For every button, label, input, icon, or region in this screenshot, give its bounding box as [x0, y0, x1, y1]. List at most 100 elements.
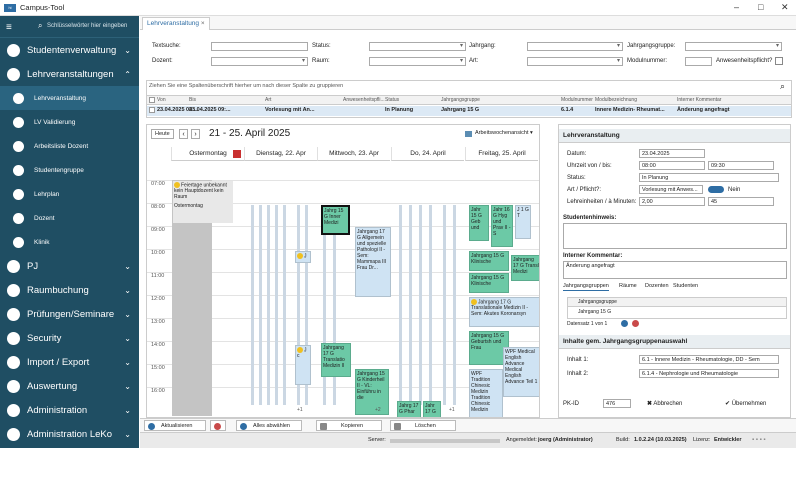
sidebar-item-2[interactable]: Lehrveranstaltung	[0, 86, 139, 110]
row-checkbox[interactable]	[149, 107, 155, 113]
close-window-button[interactable]: ✕	[781, 2, 789, 13]
hamburger-icon[interactable]: ≡	[6, 22, 12, 33]
sidebar-item-6[interactable]: Lehrplan	[0, 182, 139, 206]
calendar-event[interactable]: Jahr 16 G Hyg und Prav II - S	[491, 205, 513, 247]
sidebar-item-18[interactable]: Anwendung ⌄	[0, 470, 139, 494]
grid-column-header[interactable]: Von	[157, 97, 166, 103]
loeschen-button[interactable]: Löschen	[390, 420, 456, 431]
more-events-badge[interactable]: +1	[297, 407, 303, 413]
inhalt1-select[interactable]: 6.1 - Innere Medizin - Rheumatologie, DD…	[639, 355, 779, 364]
grid-cell[interactable]: 23.04.2025 09:...	[189, 107, 231, 113]
grid-cell[interactable]: Vorlesung mit An...	[265, 107, 315, 113]
aktualisieren-button[interactable]: Aktualisieren	[144, 420, 206, 431]
grid-cell[interactable]: In Planung	[385, 107, 413, 113]
raum-select[interactable]	[369, 57, 466, 66]
calendar-event[interactable]: Jahrgang 17 G Allgemein und spezielle Pa…	[355, 227, 391, 297]
sidebar-item-4[interactable]: Arbeitsliste Dozent	[0, 134, 139, 158]
lehreinheiten-field[interactable]: 2,00	[639, 197, 705, 206]
von-field[interactable]: 08:00	[639, 161, 705, 170]
maximize-button[interactable]: □	[758, 2, 763, 12]
abbrechen-button[interactable]: ✖ Abbrechen	[647, 400, 682, 407]
sidebar-item-0[interactable]: Studentenverwaltung ⌄	[0, 38, 139, 62]
jahrgangsgruppe-select[interactable]	[685, 42, 782, 51]
search-input[interactable]: Schlüsselwörter hier eingeben	[47, 23, 127, 29]
sidebar-item-5[interactable]: Studentengruppe	[0, 158, 139, 182]
status-select[interactable]	[369, 42, 466, 51]
art-select[interactable]: Vorlesung mit Anwes...	[639, 185, 703, 194]
day-header[interactable]: Mittwoch, 23. Apr	[317, 147, 390, 161]
grid-cell[interactable]: Innere Medizin- Rheumat...	[595, 107, 665, 113]
calendar-event[interactable]: J 1 G T	[515, 205, 531, 239]
art-select[interactable]	[527, 57, 623, 66]
grid-cell[interactable]: Jahrgang 15 G	[441, 107, 479, 113]
studentenhinweis-textarea[interactable]	[563, 223, 787, 249]
view-select[interactable]: Arbeitswochenansicht ▾	[475, 130, 533, 136]
calendar-event[interactable]: Jahrgang 15 G Klinische	[469, 251, 509, 271]
jahrgang-select[interactable]	[527, 42, 623, 51]
sidebar-item-1[interactable]: Lehrveranstaltungen ⌃	[0, 62, 139, 86]
day-header[interactable]: Freitag, 25. April	[465, 147, 538, 161]
sidebar-item-11[interactable]: Prüfungen/Seminare ⌄	[0, 302, 139, 326]
sidebar-item-3[interactable]: LV Validierung	[0, 110, 139, 134]
sidebar-search[interactable]: ≡ ⌕ Schlüsselwörter hier eingeben	[0, 16, 139, 38]
detail-subtab[interactable]: Jahrgangsgruppen	[563, 283, 609, 291]
calendar-event[interactable]: Jahr 17 G	[423, 401, 441, 417]
alles-abwaehlen-button[interactable]: Alles abwählen	[236, 420, 302, 431]
bis-field[interactable]: 09:30	[708, 161, 774, 170]
delete-record-icon[interactable]	[632, 320, 639, 327]
status-select[interactable]: In Planung	[639, 173, 779, 182]
holiday-event[interactable]: Feiertage unbekannt kein Hauptdozent kei…	[173, 181, 233, 223]
sidebar-item-7[interactable]: Dozent	[0, 206, 139, 230]
sidebar-item-16[interactable]: Administration LeKo ⌄	[0, 422, 139, 446]
add-record-icon[interactable]	[621, 320, 628, 327]
sidebar-item-9[interactable]: PJ ⌄	[0, 254, 139, 278]
grid-cell[interactable]: Änderung angefragt	[677, 107, 730, 113]
textsuche-input[interactable]	[211, 42, 308, 51]
calendar-event[interactable]: Jahrgang 17 G Translationale Medizin II …	[469, 297, 539, 327]
prev-week-button[interactable]: ‹	[179, 129, 188, 139]
inhalt2-select[interactable]: 6.1.4 - Nephrologie und Rheumatologie	[639, 369, 779, 378]
calendar-event[interactable]: Jahrg 15 G Inner Medizi	[321, 205, 350, 235]
sidebar-item-10[interactable]: Raumbuchung ⌄	[0, 278, 139, 302]
minimize-button[interactable]: –	[734, 2, 739, 12]
calendar-event[interactable]: Jahrg 17 G Phar	[397, 401, 421, 417]
kopieren-button[interactable]: Kopieren	[316, 420, 382, 431]
jg-row[interactable]: Jahrgang 15 G	[568, 308, 786, 317]
kommentar-textarea[interactable]: Änderung angefragt	[563, 261, 787, 279]
grid-column-header[interactable]: Bis	[189, 97, 196, 103]
sidebar-item-12[interactable]: Security ⌄	[0, 326, 139, 350]
modulnummer-input[interactable]	[685, 57, 712, 66]
day-header[interactable]: Do, 24. April	[391, 147, 464, 161]
detail-subtab[interactable]: Studenten	[673, 283, 698, 289]
more-events-badge[interactable]: +2	[375, 407, 381, 413]
grid-column-header[interactable]: Art	[265, 97, 271, 103]
dozent-select[interactable]	[211, 57, 308, 66]
sidebar-item-15[interactable]: Administration ⌄	[0, 398, 139, 422]
select-all-checkbox[interactable]	[149, 97, 155, 103]
grid-search-icon[interactable]: ⌕	[780, 81, 785, 92]
calendar-event[interactable]: WPF Tradition Chinesic Medizin Tradition…	[469, 369, 503, 417]
grid-cell[interactable]: 6.1.4	[561, 107, 573, 113]
calendar-event[interactable]: Jahr 15 G Geb und	[469, 205, 489, 241]
detail-subtab[interactable]: Räume	[619, 283, 637, 289]
calendar-event[interactable]: J c	[295, 345, 311, 385]
pflicht-toggle[interactable]	[708, 186, 724, 193]
calendar-event[interactable]: Jahrgang 15 G Kinderheil II - VL: Einfüh…	[355, 369, 389, 415]
tab-lehrveranstaltung[interactable]: Lehrveranstaltung ×	[142, 17, 210, 30]
today-button[interactable]: Heute	[151, 129, 174, 139]
minuten-field[interactable]: 45	[708, 197, 774, 206]
calendar-event[interactable]: WPF Medical English Advance Medical Engl…	[503, 347, 539, 397]
more-events-badge[interactable]: +1	[449, 407, 455, 413]
grid-column-header[interactable]: Modulnummer	[561, 97, 593, 103]
calendar-event[interactable]: J	[295, 251, 311, 263]
grid-column-header[interactable]: Anwesenheitspfli...	[343, 97, 385, 103]
calendar-event[interactable]: Jahrgang 17 G Transl Medizi	[511, 255, 539, 281]
datum-field[interactable]: 23.04.2025	[639, 149, 705, 158]
grid-column-header[interactable]: Status	[385, 97, 399, 103]
calendar-event[interactable]: Jahrgang 17 G Translatio Medizin II	[321, 343, 351, 377]
uebernehmen-button[interactable]: ✔ Übernehmen	[725, 400, 766, 407]
clear-button[interactable]	[210, 420, 226, 431]
sidebar-item-17[interactable]: Benutzer ⌄	[0, 446, 139, 470]
day-header[interactable]: Dienstag, 22. Apr	[244, 147, 317, 161]
next-week-button[interactable]: ›	[191, 129, 200, 139]
